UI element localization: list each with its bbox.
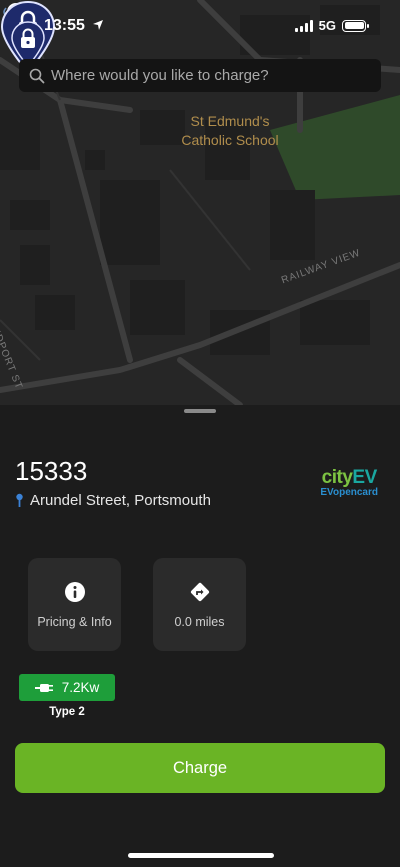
status-bar: 13:55 5G (0, 0, 400, 50)
location-arrow-icon (93, 20, 103, 30)
brand-ev: EV (352, 467, 377, 488)
search-bar[interactable]: Where would you like to charge? (19, 59, 381, 92)
connector-type: Type 2 (49, 706, 85, 718)
status-time: 13:55 (44, 17, 85, 34)
info-icon (64, 581, 85, 602)
directions-button[interactable]: 0.0 miles (153, 558, 246, 651)
distance-label: 0.0 miles (174, 614, 225, 629)
operator-logo: cityEV EVopencard (320, 467, 378, 498)
pricing-info-button[interactable]: Pricing & Info (28, 558, 121, 651)
sheet-drag-handle[interactable] (184, 409, 216, 413)
battery-icon (342, 19, 369, 32)
charge-button[interactable]: Charge (15, 743, 385, 793)
place-label-line1: St Edmund's (190, 113, 270, 129)
place-label: St Edmund's Catholic School (180, 112, 280, 150)
search-placeholder: Where would you like to charge? (51, 67, 269, 84)
station-id: 15333 (15, 456, 88, 486)
signal-icon (294, 19, 313, 32)
brand-sub: EVopencard (320, 487, 378, 498)
station-sheet: 15333 Arundel Street, Portsmouth cityEV … (0, 405, 400, 867)
directions-icon (190, 582, 209, 601)
map-pin-icon (16, 493, 23, 507)
brand-city: city (321, 467, 353, 488)
plug-icon (34, 683, 53, 692)
address-text: Arundel Street, Portsmouth (30, 492, 211, 509)
place-label-line2: Catholic School (181, 132, 279, 148)
home-indicator[interactable] (128, 853, 274, 858)
station-address: Arundel Street, Portsmouth (15, 492, 211, 509)
connector-badge[interactable]: 7.2Kw (19, 674, 115, 701)
connector-power: 7.2Kw (61, 680, 100, 695)
search-icon (29, 68, 45, 83)
network-label: 5G (318, 18, 336, 33)
pricing-info-label: Pricing & Info (37, 614, 112, 629)
status-indicators: 5G (294, 18, 369, 33)
